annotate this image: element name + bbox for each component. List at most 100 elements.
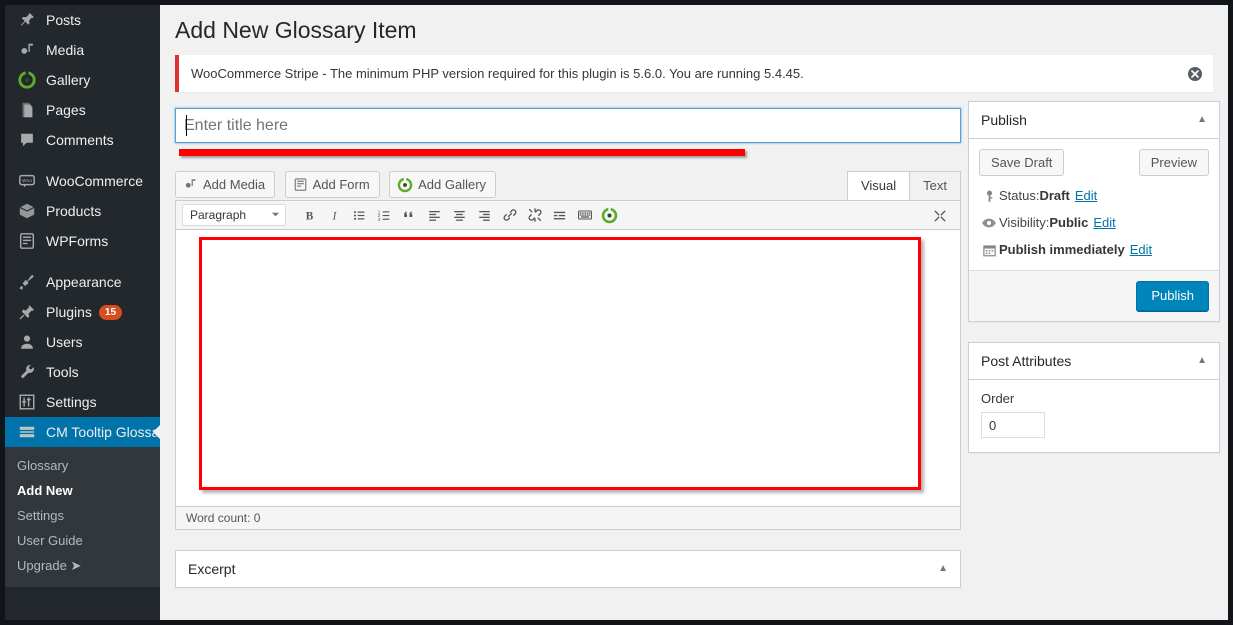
sidebar-item-woocommerce[interactable]: Woo WooCommerce	[5, 166, 160, 196]
status-edit-link[interactable]: Edit	[1075, 187, 1097, 205]
numbered-list-icon[interactable]: 123	[372, 203, 397, 227]
post-attributes-header[interactable]: Post Attributes ▲	[969, 343, 1219, 380]
tools-icon	[17, 362, 37, 382]
fullscreen-icon[interactable]	[927, 204, 952, 228]
bulleted-list-icon[interactable]	[347, 203, 372, 227]
sidebar-item-label: Users	[46, 334, 83, 350]
calendar-icon	[979, 243, 999, 258]
publish-date-edit-link[interactable]: Edit	[1130, 241, 1152, 259]
format-select-value: Paragraph	[190, 208, 247, 222]
chevron-up-icon[interactable]: ▲	[1197, 356, 1207, 366]
sidebar-item-tools[interactable]: Tools	[5, 357, 160, 387]
submenu-item-upgrade[interactable]: Upgrade ➤	[5, 553, 160, 579]
products-icon	[17, 201, 37, 221]
link-icon[interactable]	[497, 203, 522, 227]
italic-icon[interactable]: I	[322, 203, 347, 227]
align-right-icon[interactable]	[472, 203, 497, 227]
add-form-button[interactable]: Add Form	[284, 171, 380, 198]
sidebar-item-products[interactable]: Products	[5, 196, 160, 226]
sidebar-item-gallery[interactable]: Gallery	[5, 65, 160, 95]
brush-icon	[17, 272, 37, 292]
sidebar-item-label: Posts	[46, 12, 82, 28]
word-count-status: Word count: 0	[175, 507, 961, 530]
sidebar-item-comments[interactable]: Comments	[5, 125, 160, 155]
publish-button[interactable]: Publish	[1136, 281, 1209, 311]
close-icon[interactable]	[1185, 64, 1205, 84]
glossary-submenu: Glossary Add New Settings User Guide Upg…	[5, 447, 160, 587]
sidebar-item-posts[interactable]: Posts	[5, 5, 160, 35]
post-title-input[interactable]	[175, 108, 961, 143]
align-center-icon[interactable]	[447, 203, 472, 227]
submenu-item-user-guide[interactable]: User Guide	[5, 528, 160, 553]
sidebar-item-plugins[interactable]: Plugins 15	[5, 297, 160, 327]
sidebar-item-label: Appearance	[46, 274, 122, 290]
editor-toolbar: Paragraph B I 123	[175, 200, 961, 230]
plugins-icon	[17, 302, 37, 322]
woocommerce-icon: Woo	[17, 171, 37, 191]
add-media-button[interactable]: Add Media	[175, 171, 276, 198]
editor-columns: Add Media Add Form Add Gallery Visual	[160, 101, 1228, 620]
sidebar-item-label: Gallery	[46, 72, 91, 88]
save-draft-button[interactable]: Save Draft	[979, 149, 1065, 176]
add-gallery-button[interactable]: Add Gallery	[389, 171, 497, 198]
toggle-toolbar-icon[interactable]	[572, 203, 597, 227]
visibility-value: Public	[1049, 215, 1089, 230]
gallery-icon	[17, 70, 37, 90]
key-icon	[979, 189, 999, 204]
order-label: Order	[981, 391, 1015, 406]
add-media-label: Add Media	[203, 177, 266, 192]
submenu-item-settings[interactable]: Settings	[5, 503, 160, 528]
order-input[interactable]	[981, 412, 1045, 438]
unlink-icon[interactable]	[522, 203, 547, 227]
sidebar-item-media[interactable]: Media	[5, 35, 160, 65]
post-attributes-body: Order	[969, 380, 1219, 452]
preview-button[interactable]: Preview	[1138, 149, 1209, 176]
align-left-icon[interactable]	[422, 203, 447, 227]
sidebar-item-appearance[interactable]: Appearance	[5, 267, 160, 297]
php-version-notice: WooCommerce Stripe - The minimum PHP ver…	[175, 55, 1213, 92]
visibility-row: Visibility: Public Edit	[979, 214, 1209, 232]
sidebar-item-label: Products	[46, 203, 102, 219]
sidebar-item-pages[interactable]: Pages	[5, 95, 160, 125]
format-select[interactable]: Paragraph	[182, 204, 286, 226]
editor-content-area[interactable]	[175, 230, 961, 507]
add-gallery-icon	[397, 176, 413, 193]
gallery-shortcode-icon[interactable]	[597, 203, 622, 227]
page-title: Add New Glossary Item	[175, 17, 417, 43]
chevron-up-icon[interactable]: ▲	[938, 564, 948, 574]
plugins-update-badge: 15	[98, 304, 123, 320]
sidebar-item-label: CM Tooltip Glossary	[46, 424, 160, 440]
chevron-down-icon	[271, 208, 280, 222]
left-column: Add Media Add Form Add Gallery Visual	[175, 101, 961, 608]
sidebar-item-label: Settings	[46, 394, 97, 410]
sidebar-item-wpforms[interactable]: WPForms	[5, 226, 160, 256]
eye-icon	[979, 215, 999, 231]
status-label: Status:	[999, 188, 1040, 203]
sidebar-item-settings[interactable]: Settings	[5, 387, 160, 417]
tab-visual[interactable]: Visual	[846, 171, 911, 201]
settings-icon	[17, 392, 37, 412]
sidebar-item-users[interactable]: Users	[5, 327, 160, 357]
right-column: Publish ▲ Save Draft Preview Status: Dra…	[968, 101, 1220, 473]
svg-text:B: B	[306, 210, 314, 222]
submenu-item-add-new[interactable]: Add New	[5, 478, 160, 503]
post-attributes-title: Post Attributes	[981, 353, 1072, 369]
title-field-highlight-annotation	[179, 149, 745, 156]
add-form-icon	[293, 177, 308, 192]
publish-panel-body: Save Draft Preview Status: Draft Edit Vi…	[969, 139, 1219, 270]
blockquote-icon[interactable]	[397, 203, 422, 227]
publish-date-row: Publish immediately Edit	[979, 241, 1209, 259]
tab-text[interactable]: Text	[909, 171, 961, 201]
excerpt-panel-header[interactable]: Excerpt ▲	[176, 551, 960, 587]
submenu-item-glossary[interactable]: Glossary	[5, 453, 160, 478]
glossary-icon	[17, 422, 37, 442]
excerpt-panel-title: Excerpt	[188, 561, 236, 577]
publish-panel-header[interactable]: Publish ▲	[969, 102, 1219, 139]
chevron-up-icon[interactable]: ▲	[1197, 115, 1207, 125]
insert-more-icon[interactable]	[547, 203, 572, 227]
visibility-edit-link[interactable]: Edit	[1093, 214, 1115, 232]
editor-mode-tabs: Visual Text	[846, 171, 961, 201]
sidebar-item-cm-tooltip-glossary[interactable]: CM Tooltip Glossary	[5, 417, 160, 447]
bold-icon[interactable]: B	[297, 203, 322, 227]
media-icon	[17, 40, 37, 60]
